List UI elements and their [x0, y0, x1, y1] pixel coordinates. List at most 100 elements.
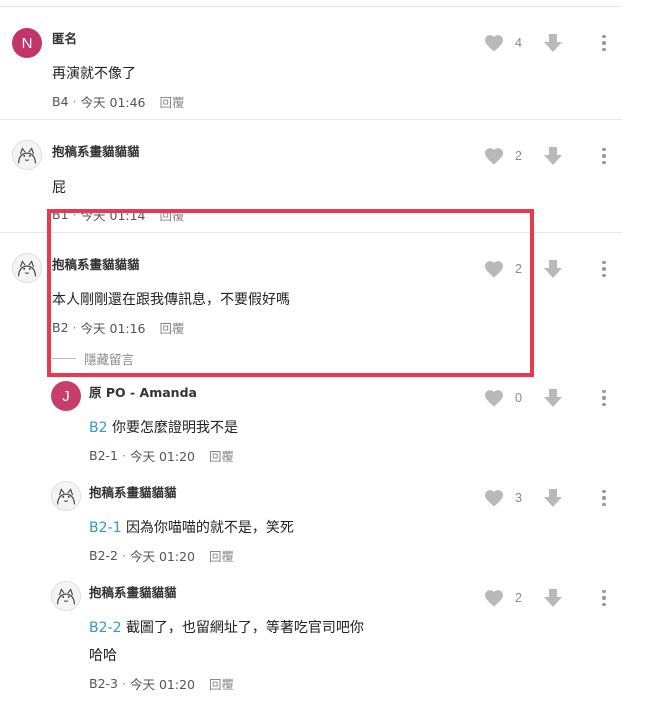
reply-button[interactable]: 回覆: [209, 446, 234, 465]
like-count: 2: [515, 591, 522, 605]
comment-author[interactable]: 匿名: [52, 28, 77, 47]
timestamp: 今天 01:20: [129, 449, 195, 464]
separator-dot: ·: [72, 207, 77, 222]
like-count: 0: [515, 391, 522, 405]
comment-author[interactable]: 抱稿系畫貓貓貓: [52, 254, 140, 273]
reply-reference-link[interactable]: B2-1: [89, 520, 121, 536]
heart-icon: [485, 590, 503, 607]
timestamp: 今天 01:46: [80, 95, 146, 110]
more-options-button[interactable]: [601, 261, 607, 277]
reply-button[interactable]: 回覆: [160, 92, 185, 111]
reply-reference-link[interactable]: B2: [89, 420, 108, 436]
cat-drawing-icon: [13, 254, 41, 282]
reply-author[interactable]: 抱稿系畫貓貓貓: [89, 482, 177, 501]
reply-button[interactable]: 回覆: [209, 674, 234, 693]
more-options-button[interactable]: [601, 490, 607, 506]
comment-body: 屁: [52, 180, 66, 196]
comment-meta: B1 · 今天 01:14 回覆: [52, 205, 185, 224]
reply-body-line2: 哈哈: [89, 648, 117, 664]
hide-comments-toggle[interactable]: 隱藏留言: [52, 349, 134, 368]
reply-button[interactable]: 回覆: [160, 318, 185, 337]
cat-drawing-icon: [52, 482, 80, 510]
heart-icon: [485, 390, 503, 407]
reply-meta: B2-2 · 今天 01:20 回覆: [89, 546, 234, 565]
dot-icon: [602, 496, 606, 500]
comment-body: 再演就不像了: [52, 66, 136, 82]
like-button[interactable]: 3: [484, 489, 522, 507]
reply-text: 截圖了，也留網址了，等著吃官司吧你: [125, 620, 364, 636]
floor-label: B4: [52, 94, 69, 109]
arrow-down-icon: [544, 589, 562, 607]
avatar[interactable]: [51, 481, 81, 511]
dot-icon: [602, 267, 606, 271]
heart-icon: [485, 490, 503, 507]
reply-comment: 抱稿系畫貓貓貓 B2-2 截圖了，也留網址了，等著吃官司吧你 哈哈 B2-3 ·…: [0, 578, 658, 698]
more-options-button[interactable]: [601, 148, 607, 164]
like-count: 2: [515, 262, 522, 276]
downvote-button[interactable]: [543, 388, 563, 408]
like-button[interactable]: 0: [484, 389, 522, 407]
reply-reference-link[interactable]: B2-2: [89, 620, 121, 636]
like-button[interactable]: 4: [484, 34, 522, 52]
reply-comment: J 原 PO - Amanda B2 你要怎麼證明我不是 B2-1 · 今天 0…: [0, 378, 658, 470]
floor-label: B1: [52, 207, 69, 222]
reply-comment: 抱稿系畫貓貓貓 B2-1 因為你喵喵的就不是，笑死 B2-2 · 今天 01:2…: [0, 478, 658, 570]
like-count: 3: [515, 491, 522, 505]
dot-icon: [602, 35, 606, 39]
comment-meta: B4 · 今天 01:46 回覆: [52, 92, 185, 111]
avatar[interactable]: J: [51, 381, 81, 411]
dot-icon: [602, 402, 606, 406]
dot-icon: [602, 47, 606, 51]
like-button[interactable]: 2: [484, 260, 522, 278]
reply-button[interactable]: 回覆: [160, 205, 185, 224]
downvote-button[interactable]: [543, 33, 563, 53]
floor-label: B2: [52, 320, 69, 335]
comment-author[interactable]: 抱稿系畫貓貓貓: [52, 141, 140, 160]
downvote-button[interactable]: [543, 259, 563, 279]
dot-icon: [602, 154, 606, 158]
like-button[interactable]: 2: [484, 589, 522, 607]
avatar[interactable]: N: [12, 28, 42, 58]
reply-text: 因為你喵喵的就不是，笑死: [125, 520, 294, 536]
like-button[interactable]: 2: [484, 147, 522, 165]
more-options-button[interactable]: [601, 35, 607, 51]
separator-dot: ·: [122, 448, 126, 463]
dot-icon: [602, 602, 606, 606]
arrow-down-icon: [544, 147, 562, 165]
floor-label: B2-1: [89, 448, 118, 463]
timestamp: 今天 01:20: [129, 677, 195, 692]
heart-icon: [485, 35, 503, 52]
arrow-down-icon: [544, 489, 562, 507]
arrow-down-icon: [544, 34, 562, 52]
dot-icon: [602, 396, 606, 400]
reply-meta: B2-3 · 今天 01:20 回覆: [89, 674, 234, 693]
separator-dot: ·: [72, 94, 77, 109]
heart-icon: [485, 148, 503, 165]
timestamp: 今天 01:16: [80, 321, 146, 336]
comment: N 匿名 再演就不像了 B4 · 今天 01:46 回覆 4: [0, 0, 658, 118]
separator-dot: ·: [72, 320, 77, 335]
reply-author[interactable]: 抱稿系畫貓貓貓: [89, 582, 177, 601]
floor-label: B2-3: [89, 676, 118, 691]
avatar[interactable]: [51, 581, 81, 611]
dot-icon: [602, 590, 606, 594]
downvote-button[interactable]: [543, 588, 563, 608]
reply-author[interactable]: 原 PO - Amanda: [89, 382, 197, 401]
dot-icon: [602, 490, 606, 494]
reply-meta: B2-1 · 今天 01:20 回覆: [89, 446, 234, 465]
reply-body: B2-2 截圖了，也留網址了，等著吃官司吧你: [89, 617, 364, 637]
avatar[interactable]: [12, 253, 42, 283]
reply-button[interactable]: 回覆: [209, 546, 234, 565]
downvote-button[interactable]: [543, 488, 563, 508]
more-options-button[interactable]: [601, 590, 607, 606]
separator-dot: ·: [122, 548, 126, 563]
timestamp: 今天 01:14: [80, 208, 146, 223]
downvote-button[interactable]: [543, 146, 563, 166]
comment: 抱稿系畫貓貓貓 本人剛剛還在跟我傳訊息，不要假好嗎 B2 · 今天 01:16 …: [0, 233, 658, 378]
more-options-button[interactable]: [601, 390, 607, 406]
reply-body: B2 你要怎麼證明我不是: [89, 417, 238, 437]
dot-icon: [602, 273, 606, 277]
floor-label: B2-2: [89, 548, 118, 563]
cat-drawing-icon: [52, 582, 80, 610]
avatar[interactable]: [12, 140, 42, 170]
